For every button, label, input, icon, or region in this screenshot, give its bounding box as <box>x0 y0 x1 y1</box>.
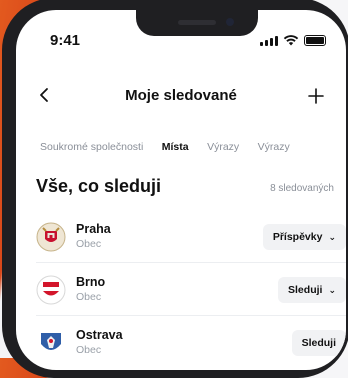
section-title: Vše, co sleduji <box>36 176 162 196</box>
list-item[interactable]: Praha Obec Příspěvky ⌄ <box>36 210 346 263</box>
status-time: 9:41 <box>50 32 81 49</box>
camera <box>226 18 234 26</box>
place-name: Praha <box>76 222 111 236</box>
chevron-down-icon: ⌄ <box>328 231 336 242</box>
pill-label: Sleduji <box>301 337 336 349</box>
pill-label: Příspěvky <box>272 231 323 243</box>
plus-icon <box>308 88 324 104</box>
places-list: Praha Obec Příspěvky ⌄ Brno Obec Sleduji… <box>36 210 346 368</box>
tab-mista[interactable]: Místa <box>157 141 193 158</box>
battery-icon <box>304 35 326 46</box>
wifi-icon <box>283 35 299 46</box>
place-type: Obec <box>76 238 102 250</box>
brno-crest-icon <box>36 275 66 305</box>
page-title: Moje sledované <box>125 87 237 104</box>
place-type: Obec <box>76 344 102 356</box>
chevron-down-icon: ⌄ <box>328 284 336 295</box>
list-item[interactable]: Ostrava Obec Sleduji <box>36 316 346 368</box>
follow-dropdown-button[interactable]: Sleduji ⌄ <box>278 277 346 303</box>
notch <box>136 10 258 36</box>
status-icons <box>260 34 326 46</box>
tab-vyrazy-2[interactable]: Výrazy <box>258 141 290 153</box>
tab-vyrazy[interactable]: Výrazy <box>207 141 239 153</box>
phone-frame: 9:41 Moje sledované Soukromé společnosti… <box>2 0 348 378</box>
place-name: Brno <box>76 275 106 289</box>
ostrava-crest-icon <box>41 333 61 350</box>
signal-icon <box>260 35 278 46</box>
place-name: Ostrava <box>76 328 123 342</box>
place-type: Obec <box>76 291 102 303</box>
speaker <box>178 20 216 25</box>
phone-screen: 9:41 Moje sledované Soukromé společnosti… <box>16 10 346 370</box>
posts-dropdown-button[interactable]: Příspěvky ⌄ <box>262 224 346 250</box>
tab-bar: Soukromé společnosti Místa Výrazy Výrazy <box>40 137 346 159</box>
pill-label: Sleduji <box>288 284 323 296</box>
list-item[interactable]: Brno Obec Sleduji ⌄ <box>36 263 346 316</box>
navigation-bar: Moje sledované <box>16 82 346 112</box>
add-button[interactable] <box>308 82 324 111</box>
follow-count: 8 sledovaných <box>270 183 334 194</box>
praha-crest-icon <box>36 222 66 252</box>
follow-button[interactable]: Sleduji <box>291 330 346 356</box>
tab-soukrome-spolecnosti[interactable]: Soukromé společnosti <box>40 141 143 153</box>
